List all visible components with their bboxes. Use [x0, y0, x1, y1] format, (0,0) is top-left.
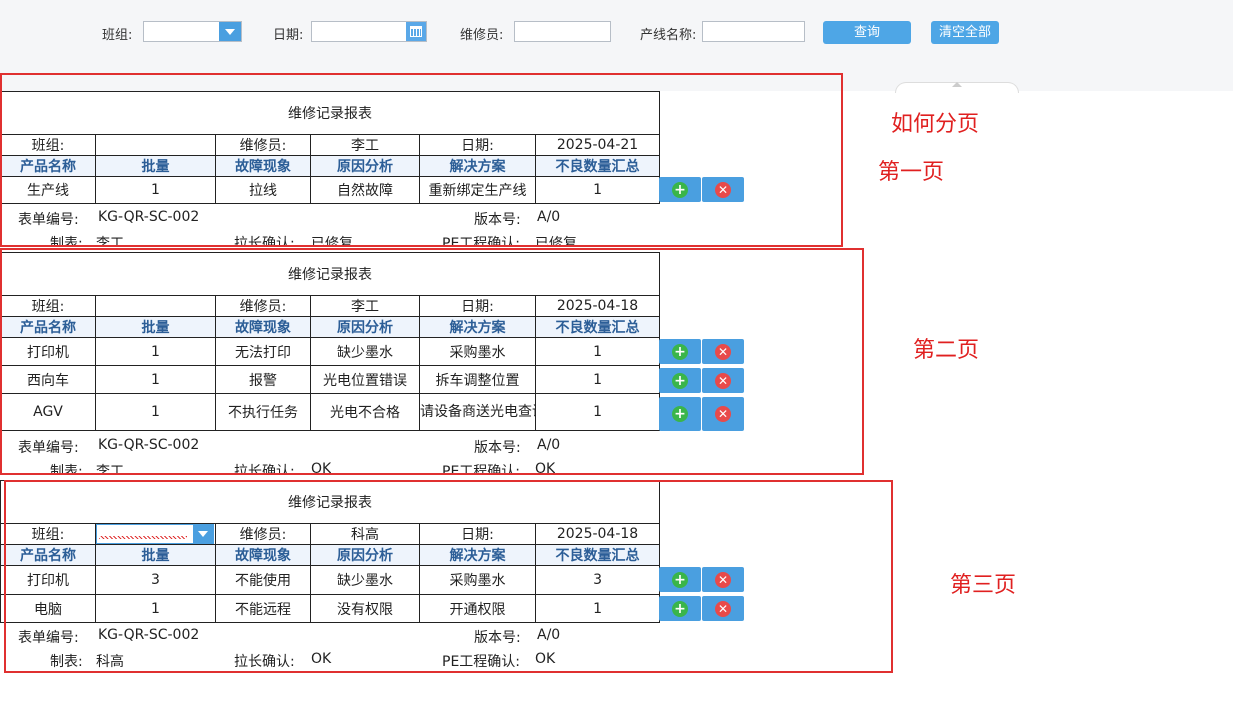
- how-to-paginate-note: 如何分页: [891, 112, 980, 137]
- clear-all-button[interactable]: 清空全部: [931, 21, 999, 44]
- calendar-icon[interactable]: [406, 22, 426, 41]
- chevron-down-icon[interactable]: [219, 22, 241, 41]
- page-1-outline: [0, 73, 843, 247]
- date-filter-label: 日期:: [273, 28, 304, 43]
- page-1-note: 第一页: [878, 160, 945, 185]
- page-2-note: 第二页: [913, 338, 980, 363]
- page-3-note: 第三页: [950, 573, 1017, 598]
- collapse-tab[interactable]: [895, 82, 1019, 93]
- query-button[interactable]: 查询: [823, 21, 911, 44]
- page-2-outline: [0, 248, 864, 475]
- line-filter-input[interactable]: [702, 21, 805, 42]
- team-filter-select[interactable]: [143, 21, 242, 42]
- repairer-filter-label: 维修员:: [460, 28, 504, 43]
- page-3-outline: [4, 480, 893, 673]
- line-filter-label: 产线名称:: [640, 28, 697, 43]
- team-filter-label: 班组:: [102, 28, 133, 43]
- date-filter-input[interactable]: [311, 21, 427, 42]
- repairer-filter-input[interactable]: [514, 21, 611, 42]
